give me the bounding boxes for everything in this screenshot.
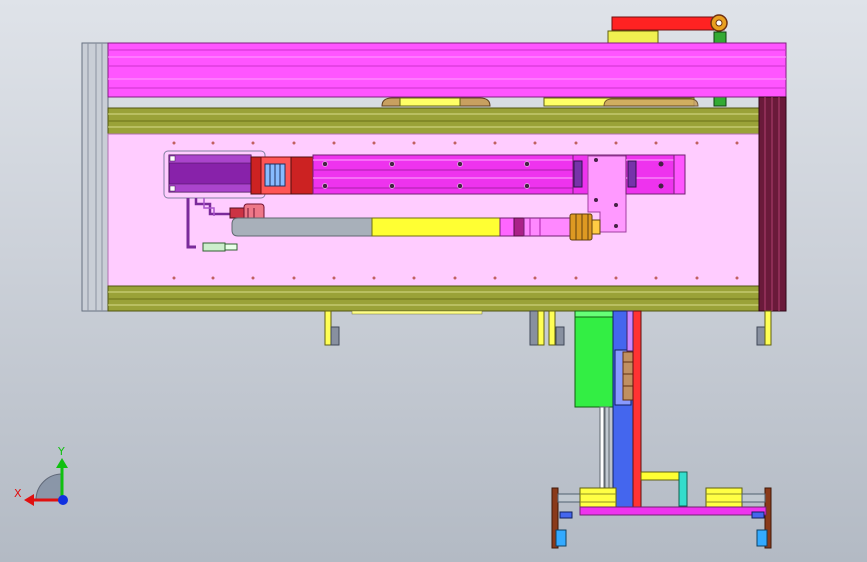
frame-legs — [324, 310, 772, 346]
frame-left-column — [81, 42, 109, 312]
cad-drawing: Y X — [14, 14, 787, 549]
motor-coupling — [250, 156, 314, 195]
axis-label-y: Y — [57, 445, 65, 458]
frame-right-column — [758, 96, 787, 312]
bottom-gripper — [551, 471, 772, 549]
cylinder-rod — [231, 213, 601, 241]
upper-olive-rail — [107, 107, 760, 135]
top-lever-post — [713, 31, 727, 45]
linear-module-body — [312, 154, 574, 195]
beam-brackets — [381, 97, 699, 107]
top-lever-block — [607, 30, 659, 44]
cable-connector-green — [202, 242, 238, 252]
axis-label-x: X — [14, 487, 22, 500]
axis-triad: Y X — [14, 445, 68, 506]
top-lever-bar — [611, 16, 725, 31]
lower-olive-rail — [107, 285, 760, 312]
stepper-motor — [163, 150, 266, 199]
cad-viewport[interactable]: Y X — [0, 0, 867, 562]
vertical-column — [574, 310, 642, 508]
module-end-right — [625, 154, 686, 195]
top-magenta-beam — [107, 42, 787, 98]
